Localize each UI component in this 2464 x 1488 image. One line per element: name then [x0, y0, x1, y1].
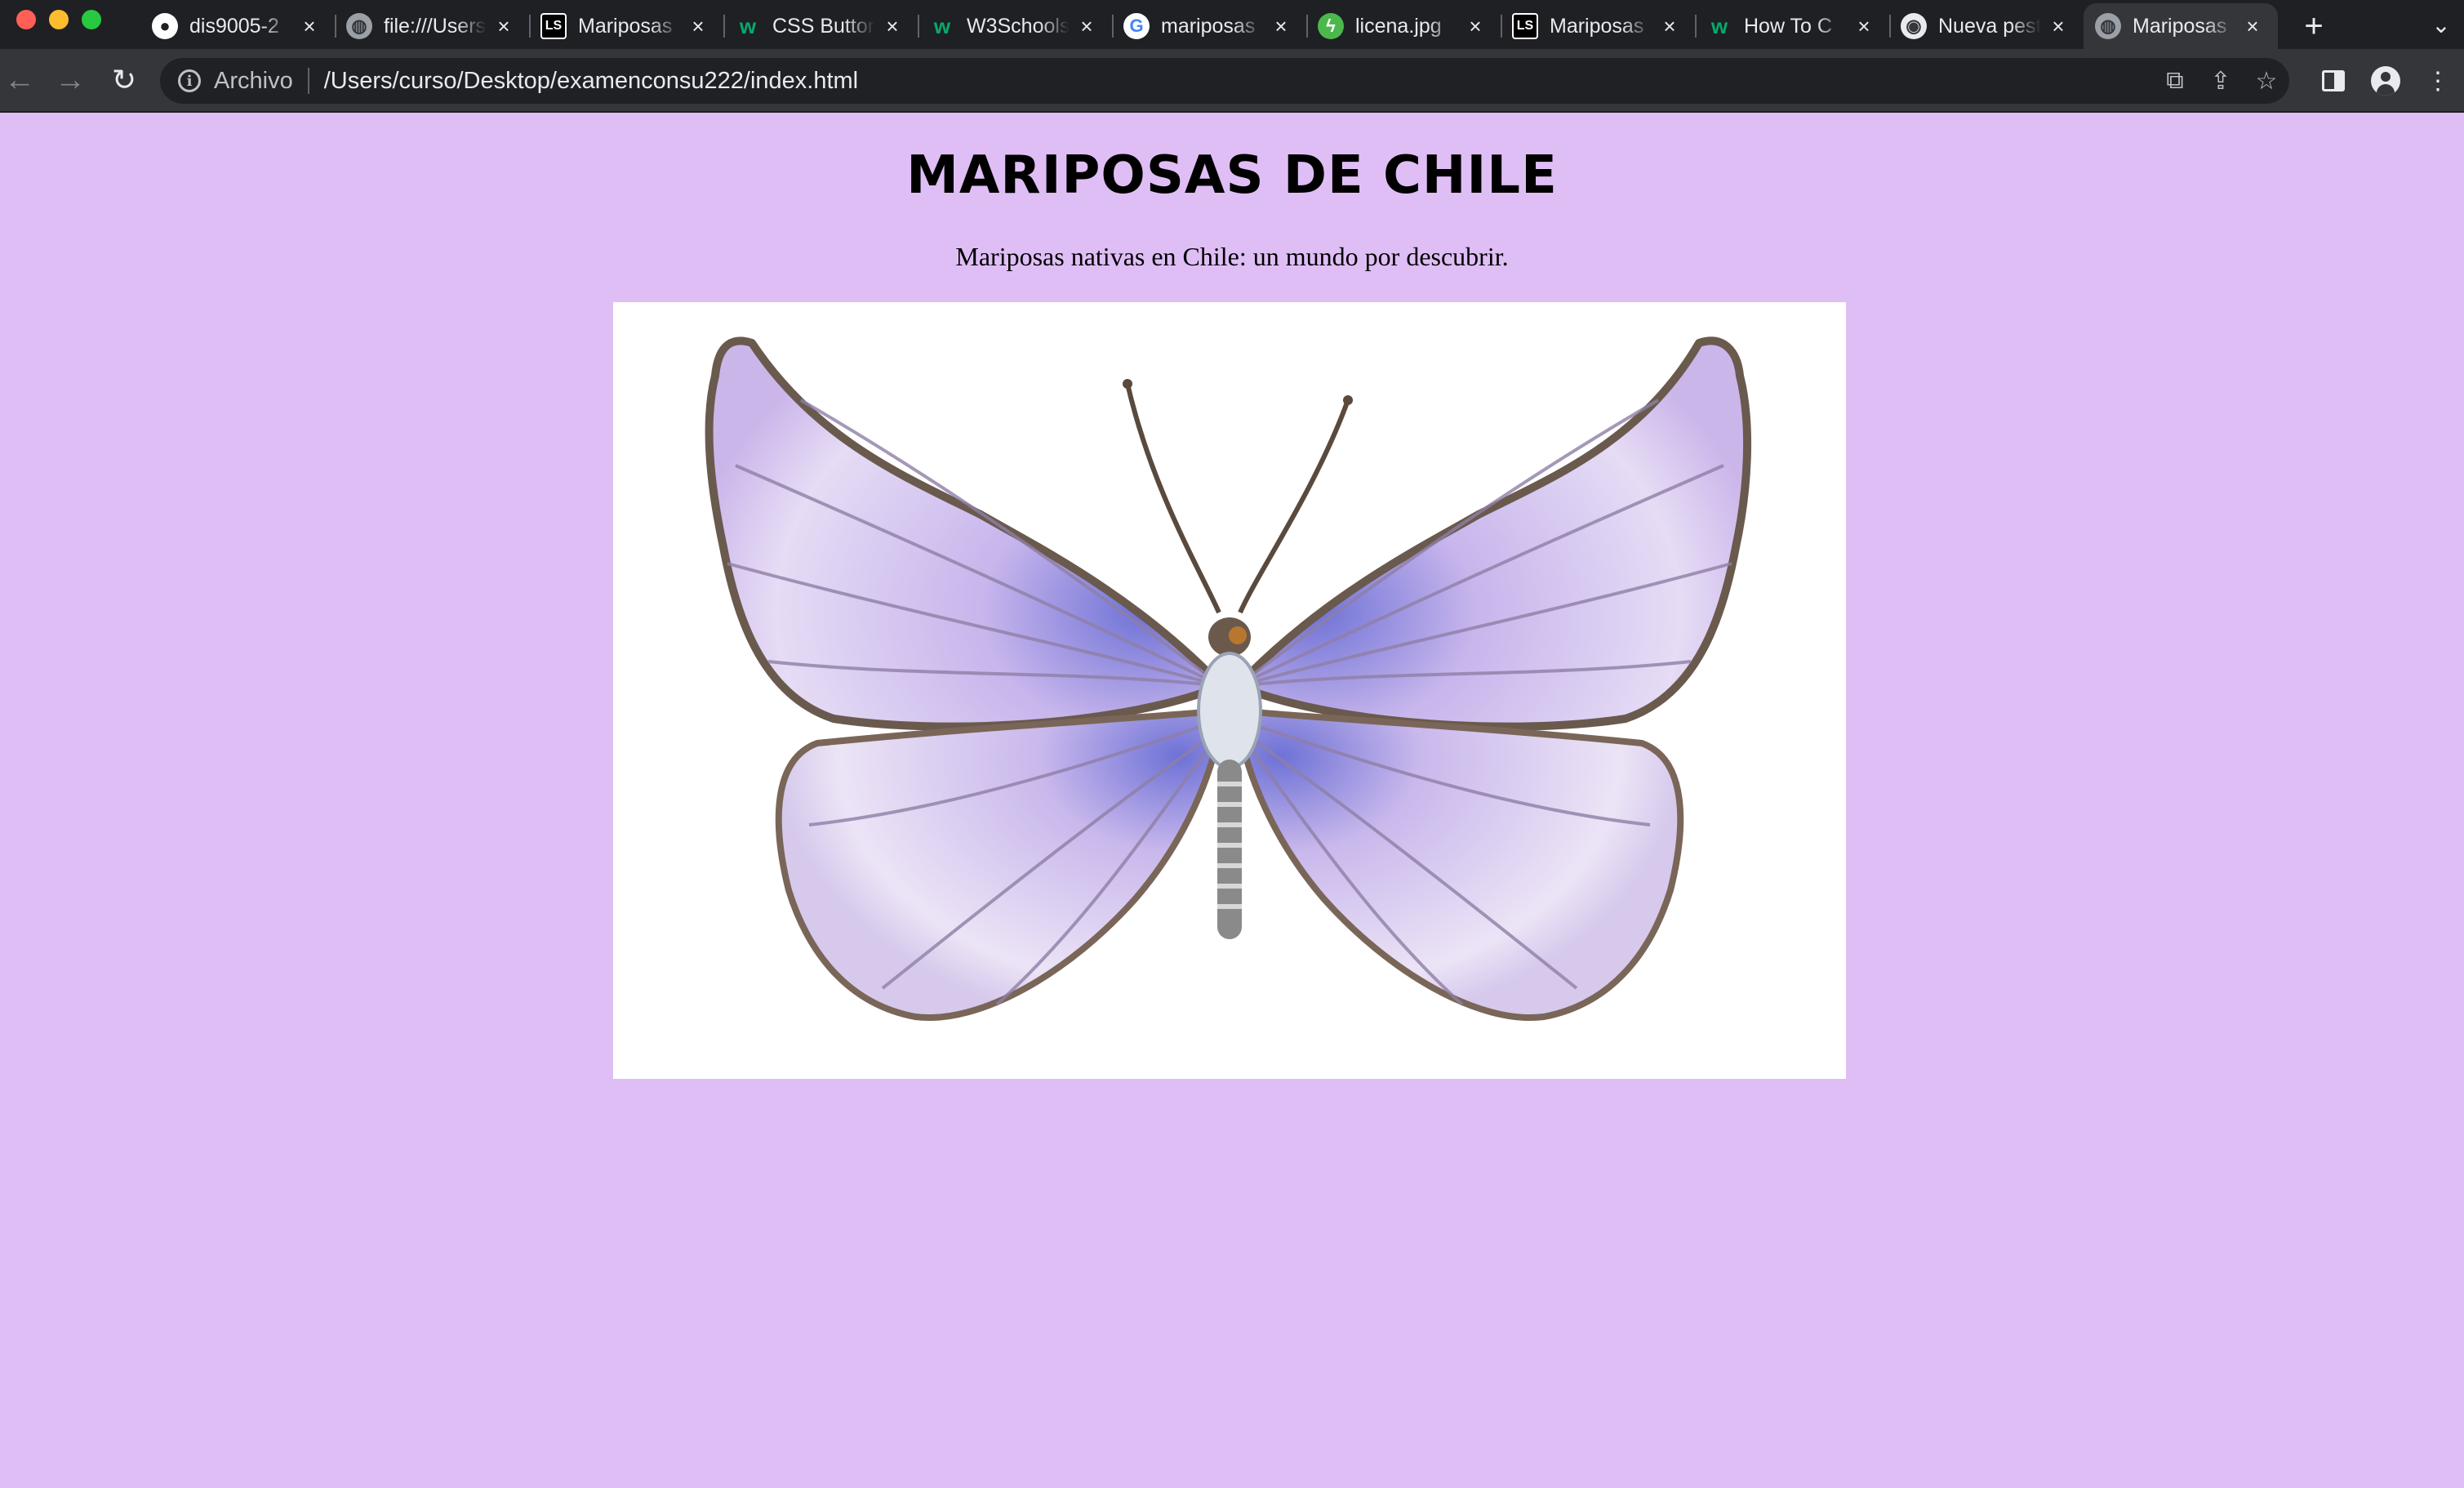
minimize-window-button[interactable] — [49, 10, 69, 29]
profile-icon — [2371, 66, 2400, 96]
green-bolt-icon: ϟ — [1318, 13, 1344, 39]
page-viewport: MARIPOSAS DE CHILE Mariposas nativas en … — [0, 113, 2464, 1488]
forward-button[interactable]: → — [51, 60, 90, 100]
w3schools-icon: w — [933, 13, 951, 38]
tab-strip: ● dis9005-2 × ◍ file:///Users × LS Marip… — [0, 0, 2464, 49]
page-title: MARIPOSAS DE CHILE — [906, 145, 1558, 206]
tab[interactable]: ϟ licena.jpg × — [1306, 3, 1501, 49]
chevron-down-icon: ⌄ — [2431, 11, 2451, 38]
arrow-left-icon: ← — [4, 62, 35, 97]
close-icon[interactable]: × — [2242, 14, 2263, 38]
ls-icon: LS — [1512, 13, 1538, 39]
butterfly-image — [613, 302, 1846, 1079]
close-icon[interactable]: × — [1465, 14, 1486, 38]
side-panel-button[interactable] — [2307, 58, 2359, 104]
w3schools-icon: w — [1710, 13, 1728, 38]
close-icon[interactable]: × — [882, 14, 903, 38]
globe-icon: ◍ — [346, 13, 372, 39]
address-bar[interactable]: i Archivo /Users/curso/Desktop/examencon… — [160, 58, 2289, 104]
tab-title: Nueva pesta — [1938, 14, 2041, 38]
tab-title: dis9005-2 — [189, 14, 279, 38]
tab[interactable]: LS Mariposas × — [1501, 3, 1695, 49]
url-text[interactable]: /Users/curso/Desktop/examenconsu222/inde… — [324, 68, 858, 95]
divider — [307, 68, 309, 94]
close-icon[interactable]: × — [299, 14, 320, 38]
translate-icon[interactable]: ⧉ — [2152, 58, 2198, 104]
tab-title: licena.jpg — [1355, 14, 1442, 38]
tab[interactable]: w CSS Buttons × — [723, 3, 918, 49]
tab-title: How To C — [1744, 14, 1832, 38]
tab-title: Mariposas — [578, 14, 673, 38]
info-icon[interactable]: i — [178, 69, 201, 92]
close-icon[interactable]: × — [1659, 14, 1680, 38]
security-label: Archivo — [214, 67, 293, 94]
close-icon[interactable]: × — [493, 14, 514, 38]
tabs: ● dis9005-2 × ◍ file:///Users × LS Marip… — [140, 3, 2278, 49]
reload-icon: ↻ — [111, 63, 137, 96]
window-controls — [16, 10, 101, 29]
ls-icon: LS — [540, 13, 567, 39]
tab[interactable]: LS Mariposas × — [529, 3, 723, 49]
tab[interactable]: w How To C × — [1695, 3, 1889, 49]
tab-title: CSS Buttons — [772, 14, 875, 38]
more-vertical-icon: ⋮ — [2426, 67, 2450, 95]
star-icon[interactable]: ☆ — [2244, 58, 2289, 104]
tab[interactable]: G mariposas × — [1112, 3, 1306, 49]
tab-title: W3Schools — [967, 14, 1070, 38]
new-tab-button[interactable]: + — [2294, 7, 2333, 46]
tab-title: Mariposas — [1550, 14, 1644, 38]
close-icon[interactable]: × — [687, 14, 709, 38]
google-icon: G — [1123, 13, 1150, 39]
chrome-icon: ◉ — [1901, 13, 1927, 39]
tab[interactable]: ◍ file:///Users × — [335, 3, 529, 49]
address-bar-actions: ⧉ ⇪ ☆ — [2152, 58, 2289, 104]
tab-active[interactable]: ◍ Mariposas × — [2084, 3, 2278, 49]
tab-title: mariposas — [1161, 14, 1256, 38]
tab-title: Mariposas — [2133, 14, 2227, 38]
share-icon[interactable]: ⇪ — [2198, 58, 2244, 104]
toolbar-actions: ⋮ — [2307, 58, 2464, 104]
maximize-window-button[interactable] — [82, 10, 101, 29]
tab-title: file:///Users — [384, 14, 487, 38]
arrow-right-icon: → — [55, 62, 86, 97]
w3schools-icon: w — [739, 13, 757, 38]
github-icon: ● — [152, 13, 178, 39]
globe-icon: ◍ — [2095, 13, 2121, 39]
close-icon[interactable]: × — [2048, 14, 2069, 38]
butterfly-illustration — [705, 336, 1752, 1021]
back-button[interactable]: ← — [0, 60, 39, 100]
close-window-button[interactable] — [16, 10, 36, 29]
toolbar: ← → ↻ i Archivo /Users/curso/Desktop/exa… — [0, 49, 2464, 113]
tab[interactable]: ● dis9005-2 × — [140, 3, 335, 49]
tab-search-button[interactable]: ⌄ — [2423, 7, 2459, 42]
tab[interactable]: ◉ Nueva pesta × — [1889, 3, 2084, 49]
close-icon[interactable]: × — [1270, 14, 1292, 38]
side-panel-icon — [2322, 70, 2345, 91]
tab[interactable]: w W3Schools × — [918, 3, 1112, 49]
profile-button[interactable] — [2359, 58, 2412, 104]
close-icon[interactable]: × — [1853, 14, 1875, 38]
plus-icon: + — [2304, 7, 2324, 44]
menu-button[interactable]: ⋮ — [2412, 58, 2464, 104]
reload-button[interactable]: ↻ — [105, 60, 144, 100]
close-icon[interactable]: × — [1076, 14, 1097, 38]
page-subtitle: Mariposas nativas en Chile: un mundo por… — [955, 242, 1509, 271]
